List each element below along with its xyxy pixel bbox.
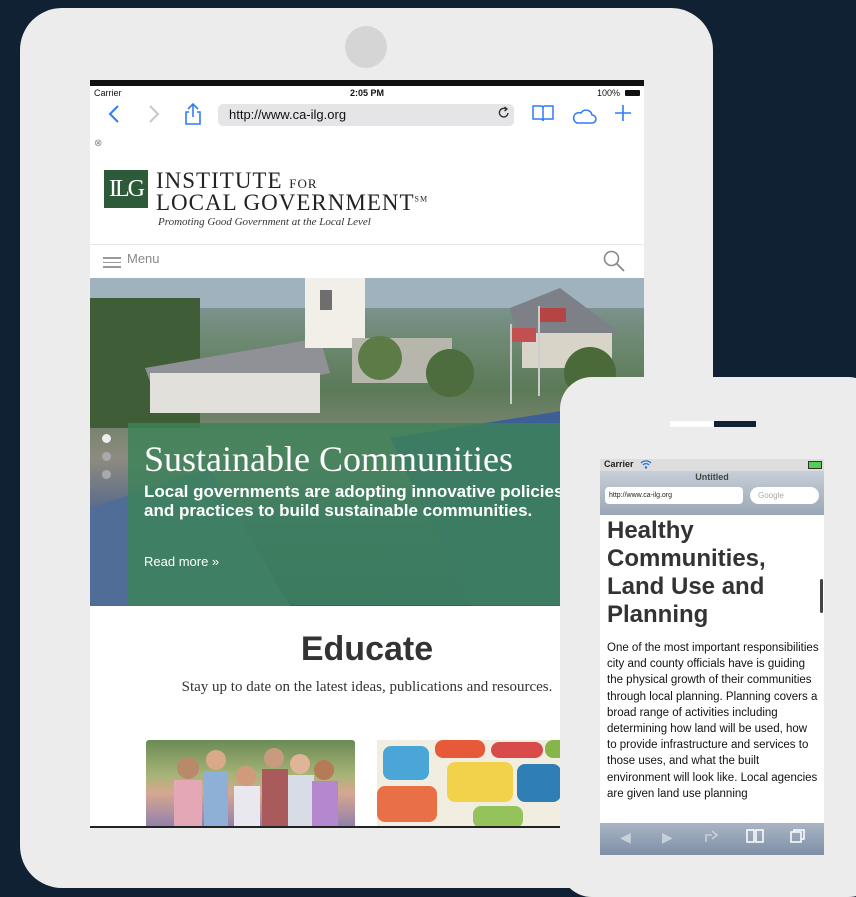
family-photo[interactable] <box>146 740 355 828</box>
phone-bottom-toolbar: ◀ ▶ <box>600 823 824 855</box>
reload-icon[interactable] <box>498 106 510 122</box>
ilg-logo-mark[interactable]: ILG <box>104 170 148 208</box>
bubble-blue <box>383 746 429 780</box>
site-header: ILG Institute for Local GovernmentSM Pro… <box>90 154 644 244</box>
logo-tagline: Promoting Good Government at the Local L… <box>158 216 371 228</box>
stop-loading-icon[interactable]: ⊗ <box>94 138 102 149</box>
bubble-darkblue <box>517 764 561 802</box>
read-more-link[interactable]: Read more » <box>144 554 219 569</box>
forward-icon[interactable] <box>148 104 160 128</box>
phone-tabs-icon[interactable] <box>790 829 806 846</box>
carousel-dot-1[interactable] <box>102 434 111 443</box>
phone-article-body: One of the most important responsibiliti… <box>607 642 819 800</box>
hero-title: Sustainable Communities <box>144 439 513 479</box>
search-icon[interactable] <box>602 249 626 278</box>
phone-page-title: Untitled <box>695 472 729 482</box>
phone-speaker-dark <box>714 421 756 427</box>
share-icon[interactable] <box>184 102 202 130</box>
bubble-red <box>491 742 543 758</box>
bubble-orange <box>435 740 485 758</box>
phone-forward-icon[interactable]: ▶ <box>662 829 673 846</box>
battery-percent: 100% <box>596 88 620 98</box>
logo-title-line2: Local GovernmentSM <box>156 190 429 215</box>
phone-address-bar[interactable]: http://www.ca-ilg.org <box>605 487 743 504</box>
hero-subtitle: Local governments are adopting innovativ… <box>144 482 564 520</box>
address-bar[interactable]: http://www.ca-ilg.org <box>218 104 514 126</box>
speech-bubbles-image[interactable] <box>377 740 577 828</box>
educate-text: Stay up to date on the latest ideas, pub… <box>181 679 553 695</box>
carousel-dot-2[interactable] <box>102 452 111 461</box>
phone-share-icon[interactable] <box>704 829 720 846</box>
phone-bookmarks-icon[interactable] <box>746 829 764 846</box>
plus-icon[interactable] <box>614 104 632 126</box>
phone-carrier: Carrier <box>604 459 634 469</box>
phone-battery-icon <box>808 461 822 469</box>
phone-back-icon[interactable]: ◀ <box>620 829 631 846</box>
family-illustration <box>174 748 338 828</box>
phone-scrollbar[interactable] <box>820 579 823 613</box>
hamburger-icon[interactable] <box>103 257 121 268</box>
phone-search-field[interactable]: Google <box>750 487 819 504</box>
tablet-home-camera <box>345 26 387 68</box>
status-bar-top <box>90 80 644 86</box>
bookmarks-icon[interactable] <box>532 104 554 126</box>
bubble-coral <box>377 786 437 822</box>
phone-status-bar: Carrier <box>600 459 824 471</box>
phone-article-heading: Healthy Communities, Land Use and Planni… <box>607 517 766 628</box>
menu-button[interactable]: Menu <box>127 251 160 266</box>
carousel-dot-3[interactable] <box>102 470 111 479</box>
bubble-lime <box>473 806 523 828</box>
phone-screen: Carrier Untitled http://www.ca-ilg.org G… <box>600 459 824 855</box>
bubble-yellow <box>447 762 513 802</box>
cloud-icon[interactable] <box>571 106 597 128</box>
wifi-icon <box>640 459 652 471</box>
back-icon[interactable] <box>108 104 120 128</box>
site-menu-bar: Menu <box>90 244 644 279</box>
status-bar: Carrier 2:05 PM 100% <box>90 88 644 100</box>
clock: 2:05 PM <box>349 88 384 98</box>
battery-icon <box>625 90 640 96</box>
